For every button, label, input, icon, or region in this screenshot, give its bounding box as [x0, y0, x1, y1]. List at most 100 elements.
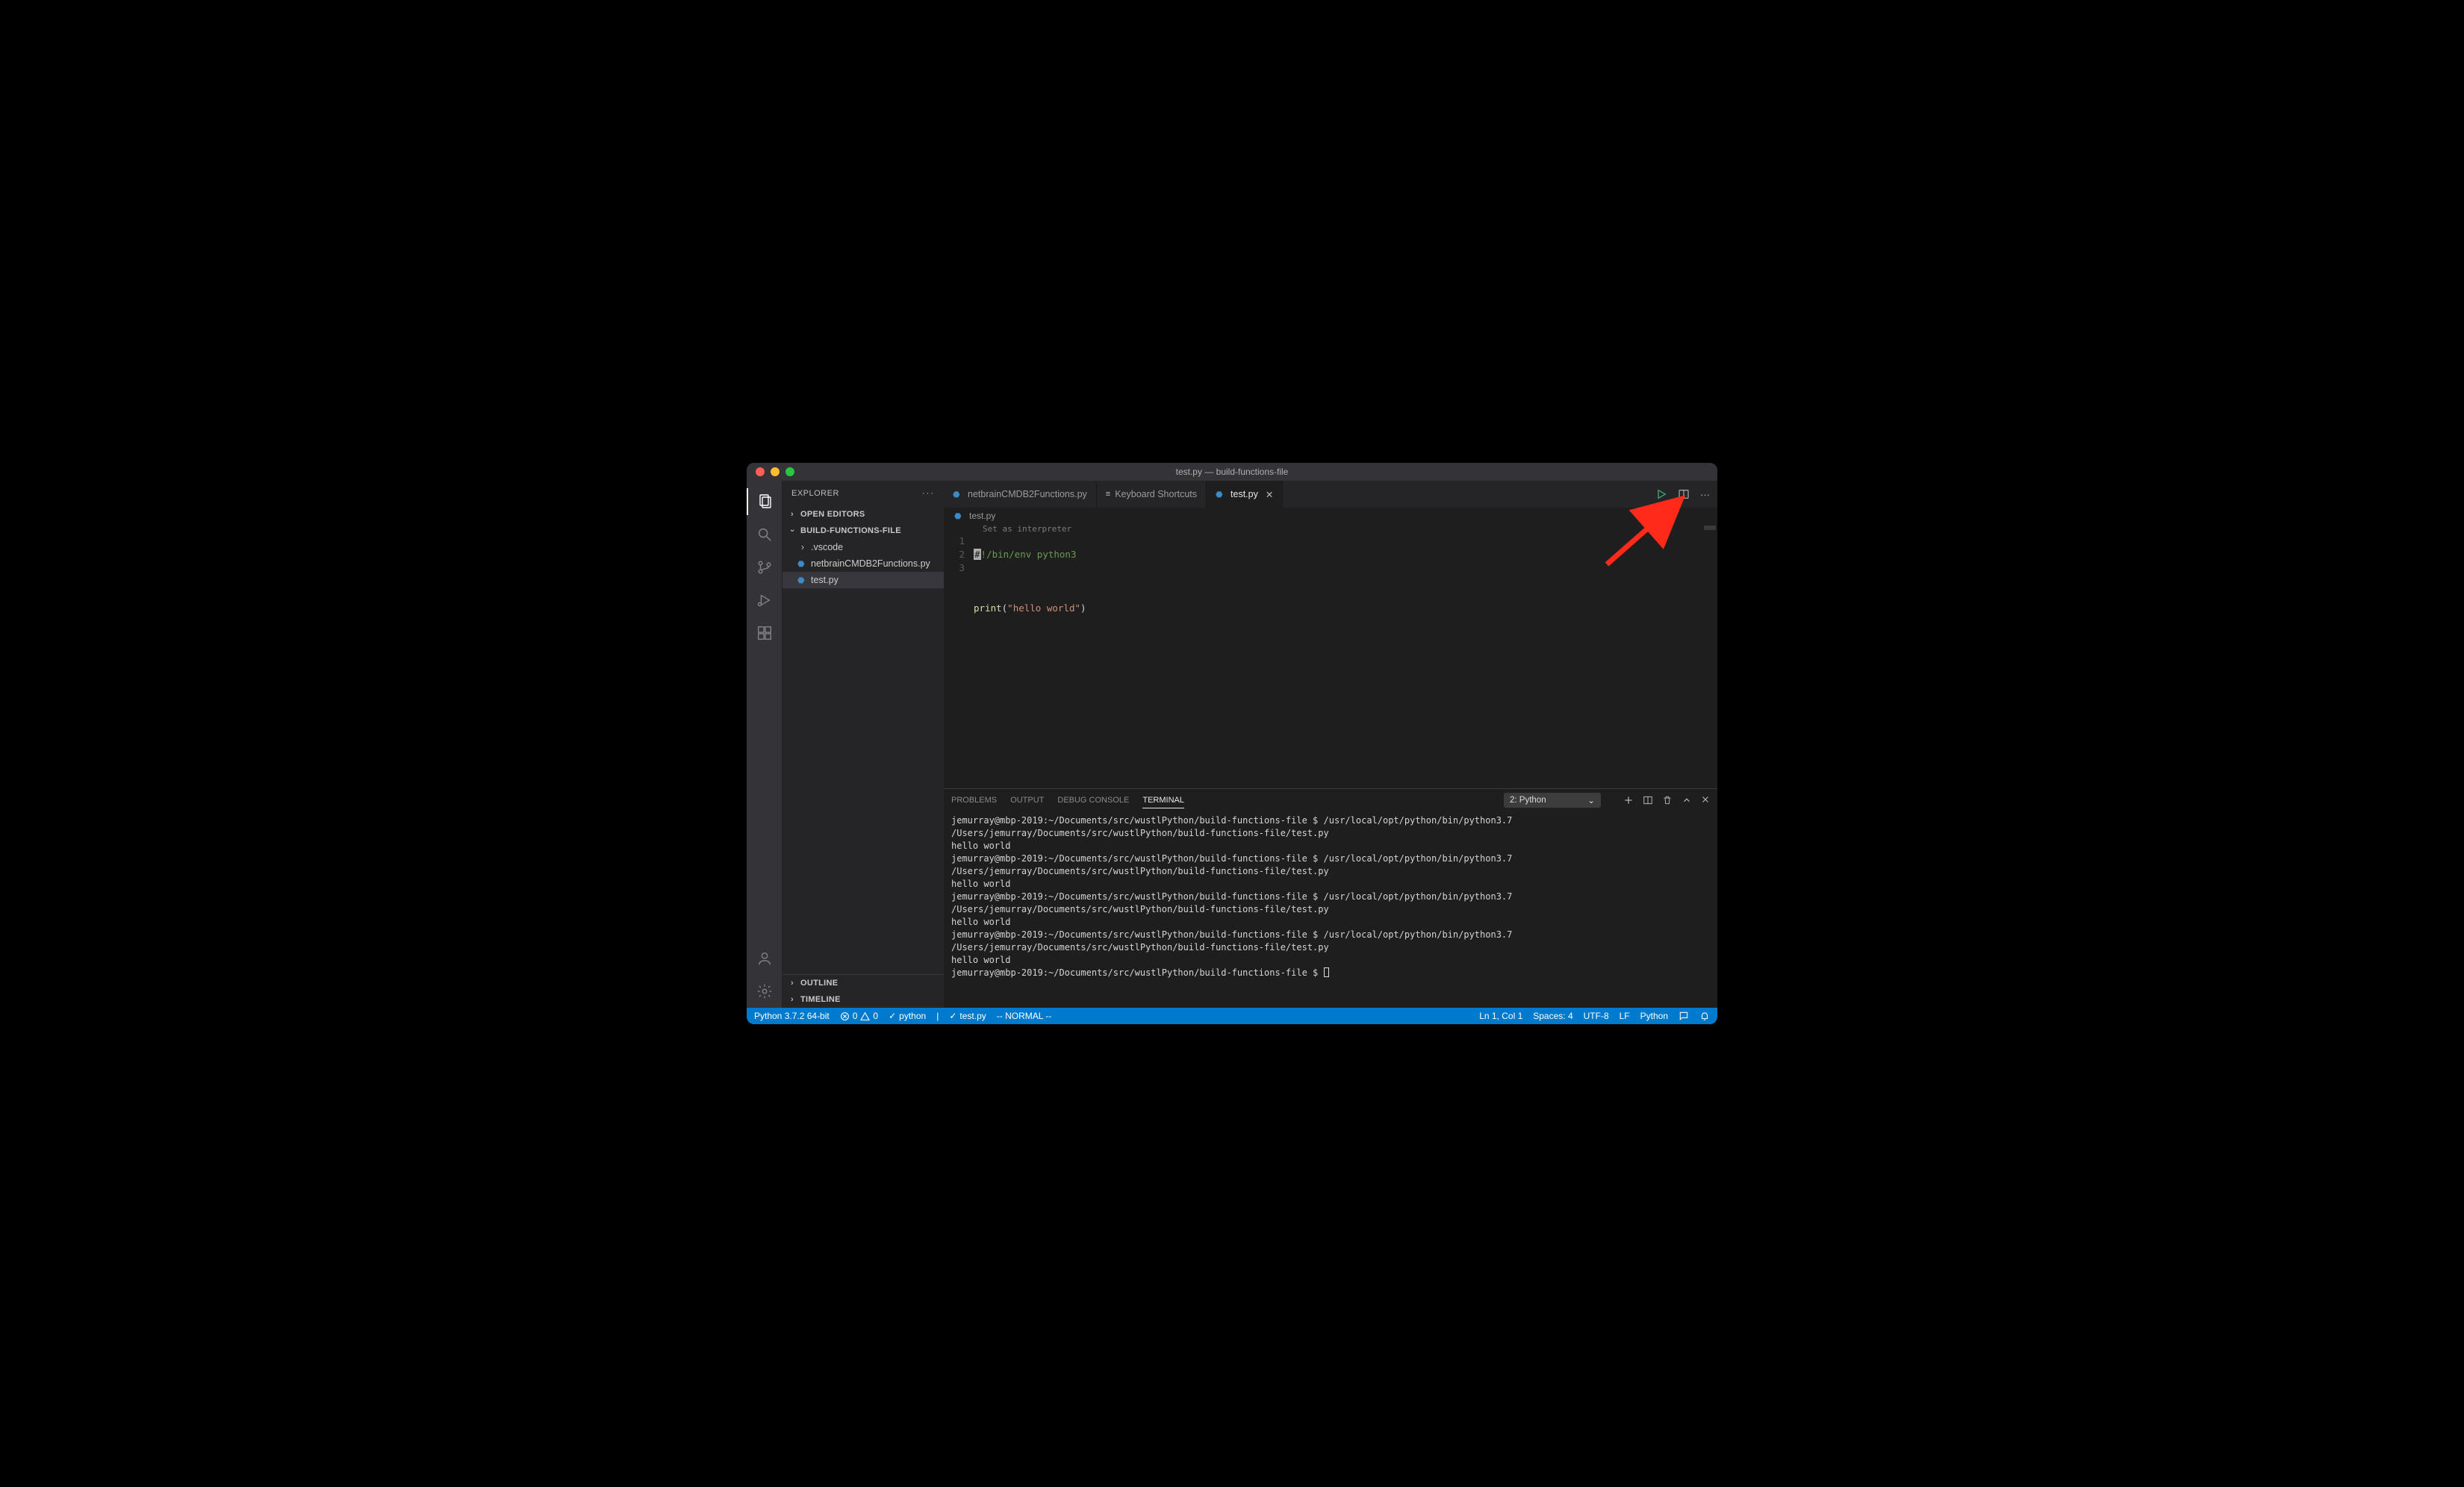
- chevron-up-icon: [1681, 795, 1692, 805]
- tree-folder-vscode[interactable]: › .vscode: [783, 539, 944, 555]
- titlebar: test.py — build-functions-file: [747, 463, 1717, 481]
- tree-file-netbrain[interactable]: ⬣ netbrainCMDB2Functions.py: [783, 555, 944, 572]
- explorer-header: EXPLORER ···: [783, 481, 944, 506]
- status-language[interactable]: Python: [1640, 1011, 1668, 1021]
- open-editors-section[interactable]: › OPEN EDITORS: [783, 506, 944, 523]
- panel-tab-output[interactable]: OUTPUT: [1010, 793, 1044, 808]
- status-separator: |: [936, 1011, 939, 1021]
- terminal-prompt: jemurray@mbp-2019:~/Documents/src/wustlP…: [951, 853, 1318, 864]
- files-icon: [756, 493, 774, 511]
- panel-tab-debug[interactable]: DEBUG CONSOLE: [1057, 793, 1129, 808]
- bottom-panel: PROBLEMS OUTPUT DEBUG CONSOLE TERMINAL 2…: [944, 788, 1717, 1008]
- gear-icon: [756, 983, 773, 1000]
- terminal-prompt: jemurray@mbp-2019:~/Documents/src/wustlP…: [951, 815, 1318, 826]
- activity-accounts[interactable]: [747, 942, 783, 975]
- editor-actions: ···: [1648, 481, 1717, 508]
- tab-test[interactable]: ⬣ test.py ✕: [1207, 481, 1283, 508]
- maximize-panel-button[interactable]: [1681, 795, 1692, 805]
- new-terminal-button[interactable]: [1623, 795, 1634, 805]
- editor-scrollbar[interactable]: [1707, 524, 1717, 788]
- tab-label: Keyboard Shortcuts: [1115, 489, 1197, 499]
- terminal-select-label: 2: Python: [1510, 796, 1546, 805]
- vscode-window: test.py — build-functions-file: [747, 463, 1717, 1024]
- activity-explorer[interactable]: [747, 485, 783, 518]
- terminal-prompt: jemurray@mbp-2019:~/Documents/src/wustlP…: [951, 967, 1318, 978]
- line-gutter: 1 2 3: [944, 524, 974, 788]
- line-number: 3: [944, 561, 965, 575]
- tab-netbrain[interactable]: ⬣ netbrainCMDB2Functions.py: [944, 481, 1097, 508]
- editor-tabs: ⬣ netbrainCMDB2Functions.py ≡ Keyboard S…: [944, 481, 1717, 508]
- panel-tabs: PROBLEMS OUTPUT DEBUG CONSOLE TERMINAL 2…: [944, 789, 1717, 811]
- breadcrumb[interactable]: ⬣ test.py: [944, 508, 1717, 524]
- split-icon: [1678, 488, 1690, 500]
- line-number: 1: [944, 534, 965, 548]
- status-lint-label: python: [899, 1011, 926, 1021]
- terminal-cursor: [1324, 967, 1329, 977]
- status-eol[interactable]: LF: [1620, 1011, 1630, 1021]
- status-indent[interactable]: Spaces: 4: [1533, 1011, 1572, 1021]
- tree-file-test[interactable]: ⬣ test.py: [783, 572, 944, 588]
- status-lint-file[interactable]: ✓ test.py: [949, 1011, 986, 1021]
- panel-tab-problems[interactable]: PROBLEMS: [951, 793, 997, 808]
- status-lint-python[interactable]: ✓ python: [889, 1011, 926, 1021]
- activity-extensions[interactable]: [747, 617, 783, 649]
- line-number: 2: [944, 548, 965, 561]
- keyboard-icon: ≡: [1106, 490, 1110, 499]
- open-editors-label: OPEN EDITORS: [800, 510, 865, 519]
- panel-actions: [1623, 795, 1710, 805]
- outline-label: OUTLINE: [800, 979, 838, 988]
- code-content: #!/bin/env python3 print("hello world"): [974, 524, 1086, 788]
- activity-source-control[interactable]: [747, 551, 783, 584]
- explorer-sidebar: EXPLORER ··· › OPEN EDITORS › BUILD-FUNC…: [783, 481, 944, 1008]
- activity-settings[interactable]: [747, 975, 783, 1008]
- close-panel-button[interactable]: [1701, 795, 1710, 805]
- terminal-line: hello world: [951, 916, 1710, 929]
- status-feedback[interactable]: [1679, 1011, 1689, 1021]
- editor-more-button[interactable]: ···: [1700, 489, 1710, 500]
- minimap[interactable]: [1704, 526, 1716, 530]
- run-button[interactable]: [1655, 488, 1667, 500]
- tab-label: netbrainCMDB2Functions.py: [968, 489, 1087, 499]
- account-icon: [756, 950, 773, 967]
- code-line: print("hello world"): [974, 602, 1086, 615]
- branch-icon: [756, 559, 773, 576]
- explorer-tree: › OPEN EDITORS › BUILD-FUNCTIONS-FILE › …: [783, 506, 944, 588]
- folder-section[interactable]: › BUILD-FUNCTIONS-FILE: [783, 523, 944, 539]
- tree-item-label: .vscode: [811, 542, 843, 552]
- debug-icon: [756, 592, 773, 608]
- code-string: "hello world": [1007, 602, 1080, 614]
- status-notifications[interactable]: [1699, 1011, 1710, 1021]
- activity-bar: [747, 481, 783, 1008]
- split-terminal-button[interactable]: [1643, 795, 1653, 805]
- chevron-right-icon: ›: [787, 510, 797, 519]
- explorer-more-button[interactable]: ···: [922, 489, 935, 498]
- play-icon: [1655, 488, 1667, 500]
- tab-label: test.py: [1231, 489, 1258, 499]
- tab-keyboard-shortcuts[interactable]: ≡ Keyboard Shortcuts: [1097, 481, 1207, 508]
- split-editor-button[interactable]: [1678, 488, 1690, 500]
- extensions-icon: [756, 625, 773, 641]
- status-interpreter[interactable]: Python 3.7.2 64-bit: [754, 1011, 830, 1021]
- explorer-title: EXPLORER: [791, 489, 839, 498]
- panel-tab-terminal[interactable]: TERMINAL: [1142, 793, 1184, 808]
- codelens-set-interpreter[interactable]: Set as interpreter: [983, 523, 1071, 536]
- code-line: [974, 575, 1086, 588]
- activity-search[interactable]: [747, 518, 783, 551]
- status-cursor-position[interactable]: Ln 1, Col 1: [1479, 1011, 1522, 1021]
- terminal-output[interactable]: jemurray@mbp-2019:~/Documents/src/wustlP…: [944, 811, 1717, 1008]
- bell-icon: [1699, 1011, 1710, 1021]
- code-editor[interactable]: Set as interpreter 1 2 3 #!/bin/env pyth…: [944, 524, 1717, 788]
- outline-section[interactable]: › OUTLINE: [783, 975, 944, 991]
- status-encoding[interactable]: UTF-8: [1584, 1011, 1609, 1021]
- status-problems[interactable]: 0 0: [840, 1011, 878, 1021]
- code-shebang: !/bin/env python3: [981, 549, 1077, 560]
- sidebar-bottom-sections: › OUTLINE › TIMELINE: [783, 974, 944, 1008]
- close-icon[interactable]: ✕: [1266, 489, 1273, 500]
- error-icon: [840, 1011, 850, 1021]
- kill-terminal-button[interactable]: [1662, 795, 1673, 805]
- timeline-section[interactable]: › TIMELINE: [783, 991, 944, 1008]
- terminal-select[interactable]: 2: Python ⌄: [1504, 793, 1601, 808]
- terminal-line: hello world: [951, 954, 1710, 967]
- plus-icon: [1623, 795, 1634, 805]
- activity-run-debug[interactable]: [747, 584, 783, 617]
